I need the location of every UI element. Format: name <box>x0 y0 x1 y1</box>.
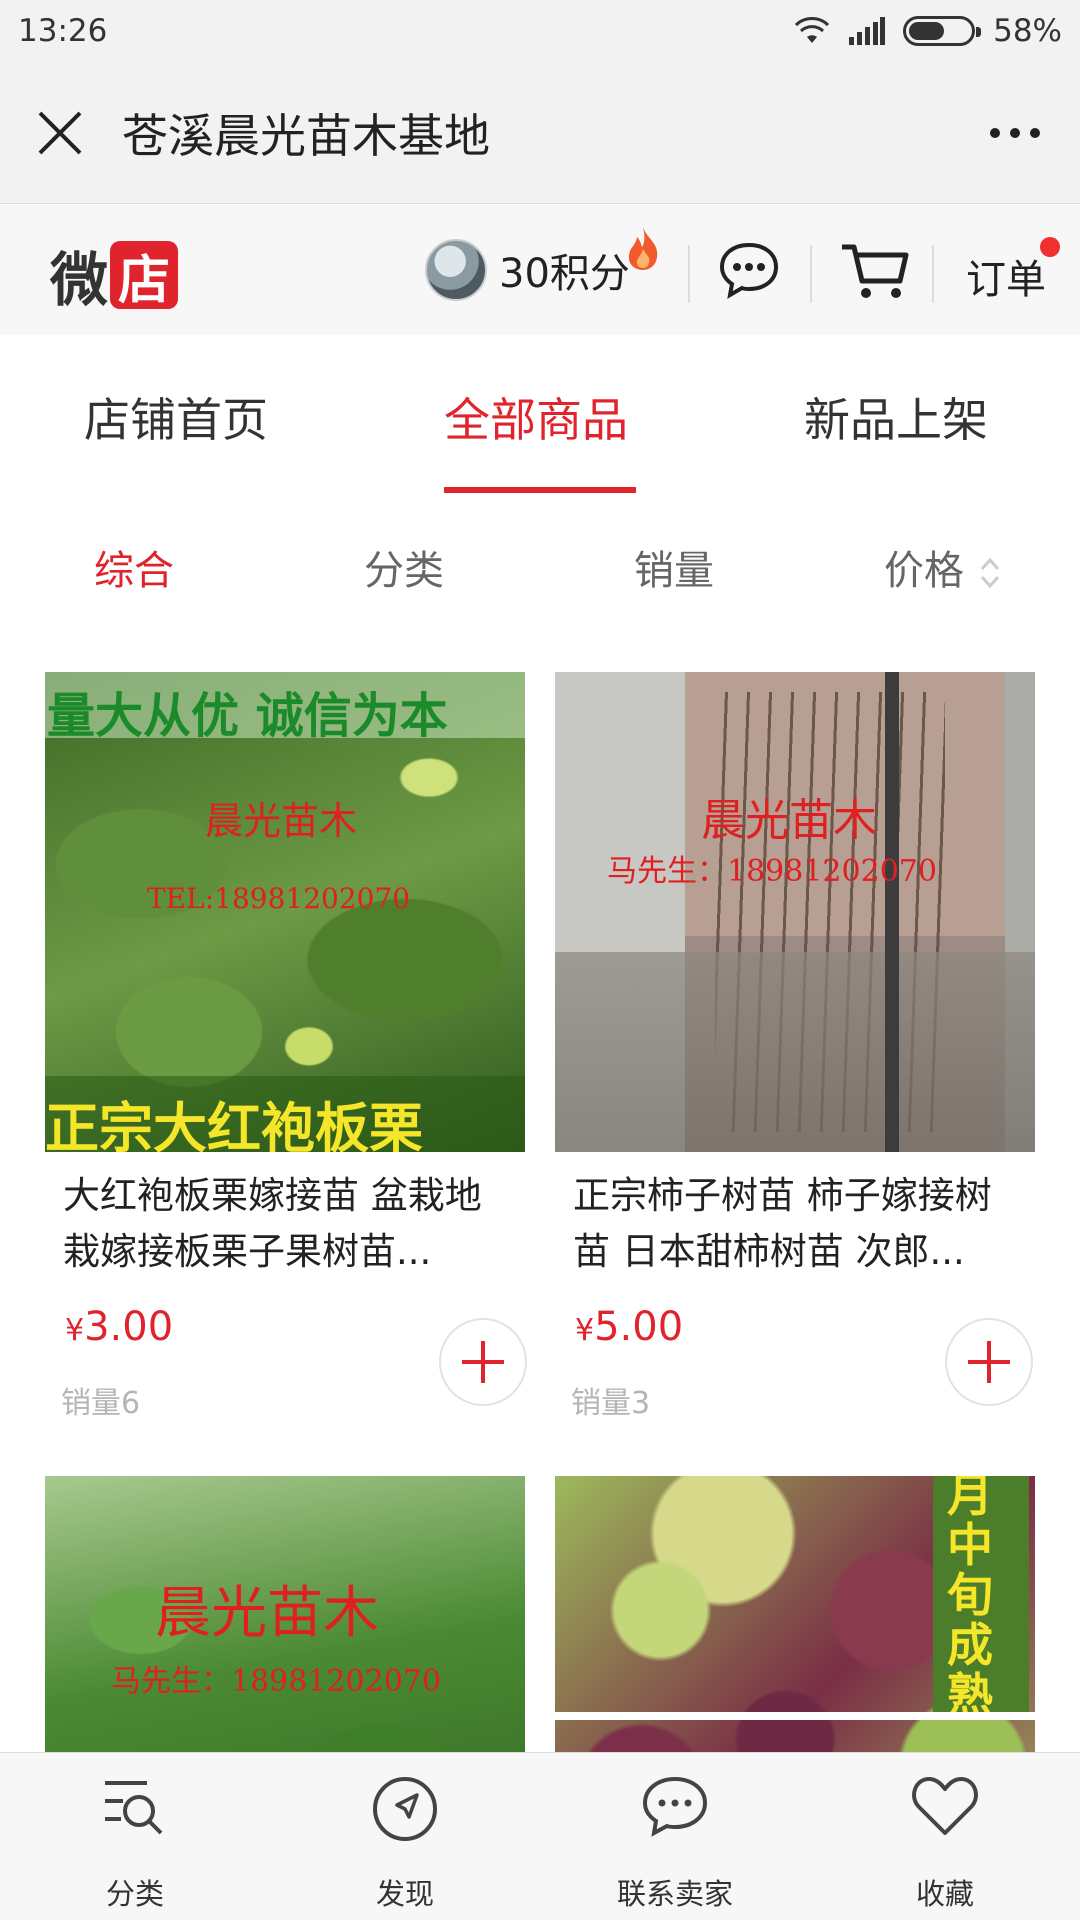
order-badge <box>1040 237 1060 257</box>
title-bar: 苍溪晨光苗木基地 <box>0 62 1080 204</box>
product-image[interactable]: 晨光苗木 马先生：18981202070 <box>555 672 1035 1152</box>
product-price: ¥3.00 <box>65 1304 173 1350</box>
header-divider <box>932 245 934 303</box>
nav-contact-label: 联系卖家 <box>616 1877 733 1911</box>
logo-text-dian: 店 <box>110 241 179 311</box>
currency-symbol: ¥ <box>65 1313 85 1348</box>
product-title[interactable]: 正宗柿子树苗 柿子嫁接树苗 日本甜柿树苗 次郎... <box>573 1168 1018 1280</box>
compass-icon <box>373 1777 437 1841</box>
product-image[interactable]: 月中旬成熟 <box>555 1476 1035 1752</box>
shop-tabs: 店铺首页 全部商品 新品上架 <box>0 336 1080 496</box>
page-title: 苍溪晨光苗木基地 <box>122 108 490 163</box>
heart-icon <box>912 1777 978 1835</box>
nav-discover[interactable]: 发现 <box>270 1753 540 1920</box>
plus-icon <box>968 1341 1010 1383</box>
nav-contact-seller[interactable]: 联系卖家 <box>540 1753 810 1920</box>
price-value: 5.00 <box>594 1304 684 1350</box>
sort-price-label: 价格 <box>884 548 964 594</box>
close-button[interactable] <box>0 62 120 204</box>
product-sales: 销量6 <box>61 1386 141 1421</box>
chat-icon <box>642 1776 708 1837</box>
weidian-logo[interactable]: 微 店 <box>50 233 179 317</box>
product-sales: 销量3 <box>571 1386 651 1421</box>
image-top-text: 量大从优 诚信为本 <box>47 688 448 744</box>
product-title[interactable]: 大红袍板栗嫁接苗 盆栽地栽嫁接板栗子果树苗... <box>63 1168 508 1280</box>
nav-favorites-label: 收藏 <box>915 1877 974 1911</box>
price-value: 3.00 <box>84 1304 174 1350</box>
status-icons: 58% <box>795 13 1062 49</box>
active-tab-indicator <box>444 487 636 493</box>
nav-category[interactable]: 分类 <box>0 1753 270 1920</box>
sort-category[interactable]: 分类 <box>364 538 444 596</box>
product-image[interactable]: 晨光苗木 马先生：18981202070 <box>45 1476 525 1752</box>
bottom-nav: 分类 发现 联系卖家 收藏 <box>0 1752 1080 1920</box>
image-tel-text: 马先生：18981202070 <box>111 1664 441 1699</box>
more-dots-icon <box>990 127 1000 138</box>
order-button[interactable]: 订单 <box>966 247 1046 305</box>
image-brand-text: 晨光苗木 <box>701 795 877 846</box>
nav-category-label: 分类 <box>105 1877 164 1911</box>
status-time: 13:26 <box>18 13 108 49</box>
sort-comprehensive[interactable]: 综合 <box>94 538 174 596</box>
product-card[interactable]: 量大从优 诚信为本 晨光苗木 TEL:18981202070 正宗大红袍板栗 大… <box>45 672 527 1432</box>
battery-icon <box>903 16 982 46</box>
tab-store-home[interactable]: 店铺首页 <box>84 384 268 450</box>
image-tel-text: TEL:18981202070 <box>147 882 411 915</box>
status-bar: 13:26 58% <box>0 0 1080 62</box>
avatar <box>425 239 487 301</box>
image-brand-text: 晨光苗木 <box>155 1581 379 1646</box>
close-icon <box>38 111 82 154</box>
currency-symbol: ¥ <box>575 1313 595 1348</box>
cart-icon[interactable] <box>840 241 910 301</box>
image-divider <box>555 1712 1035 1720</box>
battery-level <box>909 22 944 40</box>
more-dot <box>1030 127 1040 138</box>
tab-new-arrivals[interactable]: 新品上架 <box>804 384 988 450</box>
nav-favorites[interactable]: 收藏 <box>810 1753 1080 1920</box>
signal-icon <box>849 17 886 45</box>
tab-all-products[interactable]: 全部商品 <box>444 384 628 450</box>
sort-arrows-icon <box>980 557 999 589</box>
shop-header: 微 店 30积分 订单 <box>0 205 1080 335</box>
image-tel-text: 马先生：18981202070 <box>607 854 937 889</box>
header-divider <box>810 245 812 303</box>
more-button[interactable] <box>950 62 1080 204</box>
battery-percent: 58% <box>993 13 1062 49</box>
category-search-icon <box>105 1781 163 1835</box>
message-icon[interactable] <box>718 241 780 299</box>
product-image[interactable]: 量大从优 诚信为本 晨光苗木 TEL:18981202070 正宗大红袍板栗 <box>45 672 525 1152</box>
product-card[interactable]: 晨光苗木 马先生：18981202070 正宗柿子树苗 柿子嫁接树苗 日本甜柿树… <box>555 672 1037 1432</box>
image-brand-text: 晨光苗木 <box>205 799 358 843</box>
image-bottom-text: 正宗大红袍板栗 <box>45 1096 423 1152</box>
add-to-cart-button[interactable] <box>945 1318 1033 1406</box>
sort-sales[interactable]: 销量 <box>634 538 714 596</box>
points-label: 30积分 <box>499 251 630 297</box>
header-divider <box>688 245 690 303</box>
image-ground <box>555 952 1035 1152</box>
product-card[interactable]: 月中旬成熟 <box>555 1476 1037 1752</box>
product-card[interactable]: 晨光苗木 马先生：18981202070 <box>45 1476 527 1752</box>
image-side-text: 月中旬成熟 <box>947 1476 993 1722</box>
points-button[interactable]: 30积分 <box>425 227 658 301</box>
flame-icon <box>628 227 658 270</box>
logo-text-wei: 微 <box>50 246 109 314</box>
wifi-icon <box>795 17 830 43</box>
product-price: ¥5.00 <box>575 1304 683 1350</box>
sort-price[interactable]: 价格 <box>884 538 1003 596</box>
image-pole <box>885 672 899 1152</box>
nav-discover-label: 发现 <box>375 1877 434 1911</box>
sort-bar: 综合 分类 销量 价格 <box>0 500 1080 620</box>
plus-icon <box>462 1341 504 1383</box>
more-dot <box>1010 127 1020 138</box>
add-to-cart-button[interactable] <box>439 1318 527 1406</box>
